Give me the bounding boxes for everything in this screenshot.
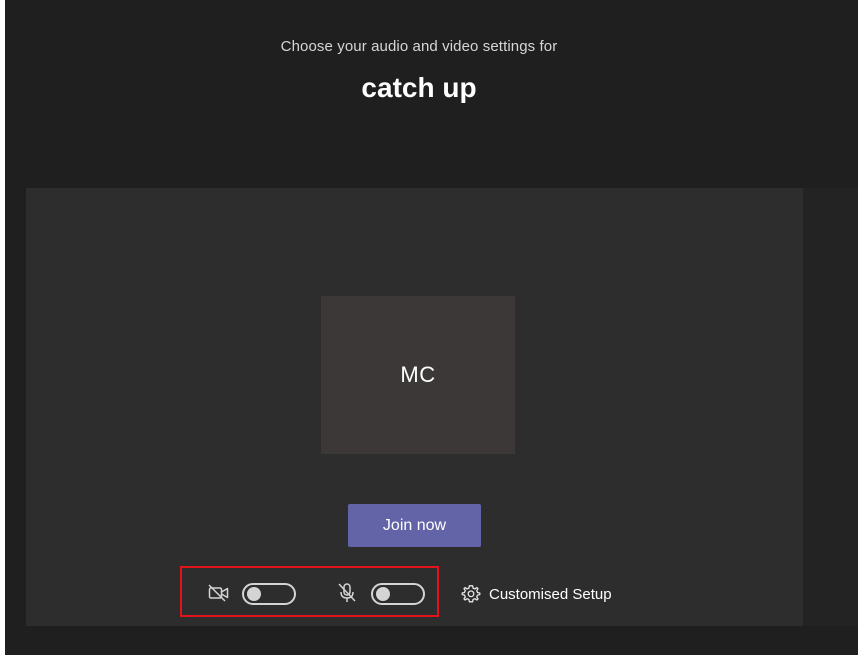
- customised-setup-button[interactable]: Customised Setup: [461, 584, 612, 604]
- meeting-title: catch up: [361, 72, 477, 103]
- join-now-button[interactable]: Join now: [348, 504, 481, 547]
- customised-setup-label: Customised Setup: [489, 585, 612, 603]
- microphone-toggle[interactable]: [371, 583, 425, 605]
- camera-toggle[interactable]: [242, 583, 296, 605]
- video-preview-panel: MC Join now Customised Setup: [26, 188, 803, 626]
- microphone-toggle-knob: [376, 587, 390, 601]
- prejoin-window: Choose your audio and video settings for…: [5, 0, 858, 655]
- device-controls: Customised Setup: [26, 566, 803, 617]
- gear-icon: [461, 585, 481, 603]
- camera-off-icon: [208, 584, 229, 602]
- avatar-initials: MC: [400, 362, 436, 387]
- camera-toggle-knob: [247, 587, 261, 601]
- avatar: MC: [321, 296, 515, 454]
- side-panel-edge: [803, 188, 858, 626]
- settings-subtitle: Choose your audio and video settings for: [280, 38, 558, 55]
- mic-off-icon: [338, 583, 356, 602]
